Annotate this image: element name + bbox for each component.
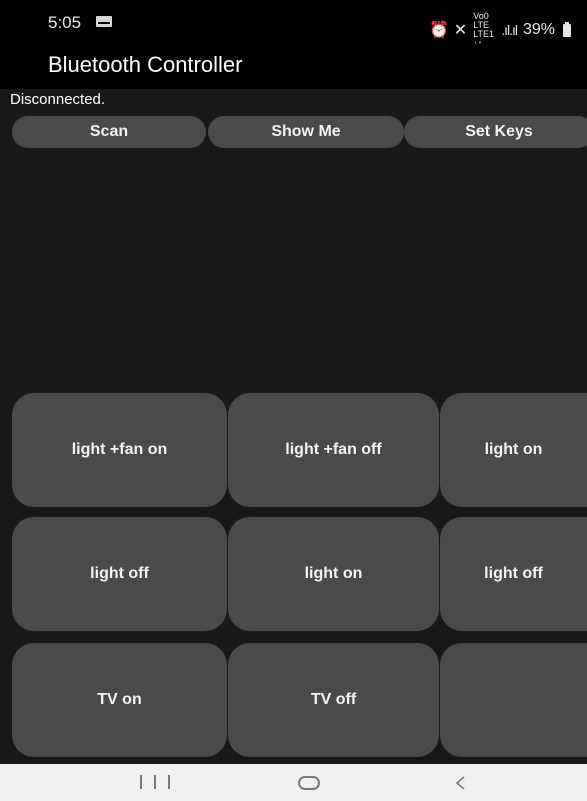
scan-button[interactable]: Scan xyxy=(12,116,206,148)
battery-percent: 39% xyxy=(522,21,555,38)
home-icon[interactable] xyxy=(298,776,320,790)
key-button-2[interactable]: light +fan off xyxy=(228,393,439,507)
battery-icon xyxy=(563,21,571,37)
key-button-9[interactable] xyxy=(440,643,587,757)
message-icon xyxy=(96,16,112,27)
app-title: Bluetooth Controller xyxy=(48,52,243,77)
status-bar: 5:05 ⏰ ✕ Vo0 LTE LTE1 ↓↑ .ıl.ıl 39% xyxy=(0,0,587,48)
system-nav-bar xyxy=(0,764,587,801)
key-button-8[interactable]: TV off xyxy=(228,643,439,757)
key-button-5[interactable]: light on xyxy=(228,517,439,631)
key-button-6[interactable]: light off xyxy=(440,517,587,631)
back-icon[interactable] xyxy=(454,776,468,790)
recents-icon[interactable] xyxy=(140,775,170,789)
key-button-3[interactable]: light on xyxy=(440,393,587,507)
alarm-mute-icons: ⏰ ✕ xyxy=(429,22,468,39)
show-me-button[interactable]: Show Me xyxy=(208,116,404,148)
status-time: 5:05 xyxy=(48,13,82,32)
signal-icon: .ıl.ıl xyxy=(501,22,518,38)
set-keys-button[interactable]: Set Keys xyxy=(404,116,587,148)
key-button-4[interactable]: light off xyxy=(12,517,227,631)
app-bar: Bluetooth Controller xyxy=(0,44,587,89)
key-button-7[interactable]: TV on xyxy=(12,643,227,757)
connection-status: Disconnected. xyxy=(10,91,106,108)
status-icons: ⏰ ✕ Vo0 LTE LTE1 ↓↑ .ıl.ıl 39% xyxy=(429,12,571,48)
key-button-1[interactable]: light +fan on xyxy=(12,393,227,507)
volte-lte-icon: Vo0 LTE LTE1 ↓↑ xyxy=(473,11,495,48)
